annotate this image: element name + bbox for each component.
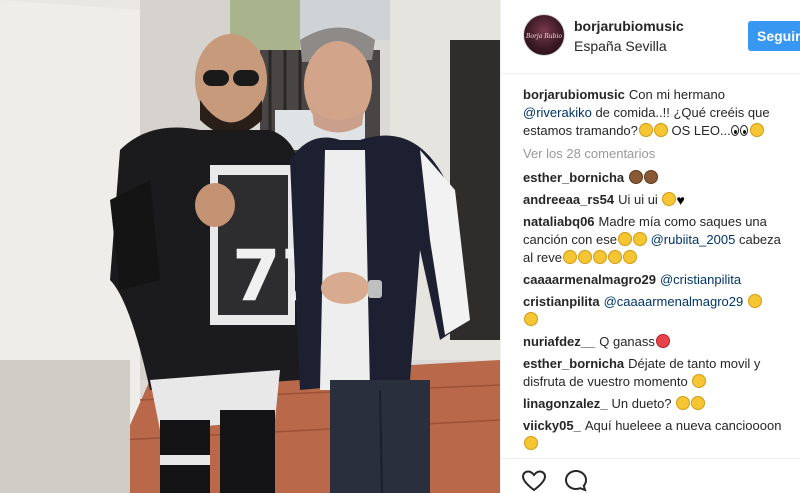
smirk-emoji [662, 192, 677, 206]
post-photo: 77 [0, 0, 500, 493]
grinning-emoji [749, 123, 764, 137]
comment-mention[interactable]: @caaaarmenalmagro29 [604, 294, 744, 309]
neutral-face-emoji [638, 123, 653, 137]
comment-username[interactable]: caaaarmenalmagro29 [523, 272, 656, 287]
smile-emoji [692, 374, 707, 388]
comment-item: caaaarmenalmagro29 @cristianpilita [523, 271, 791, 289]
follow-button[interactable]: Seguir [748, 21, 800, 51]
eyes-emoji [730, 123, 749, 141]
header-username[interactable]: borjarubiomusic [574, 18, 684, 34]
comment-item: cristianpilita @caaaarmenalmagro29 [523, 293, 791, 329]
caption-username[interactable]: borjarubiomusic [523, 87, 625, 102]
caption-mention[interactable]: @riverakiko [523, 105, 592, 120]
caption: borjarubiomusic Con mi hermano @riverakik… [523, 86, 791, 141]
comments-list: borjarubiomusic Con mi hermano @riverakik… [523, 86, 791, 457]
comment-item: nataliabq06 Madre mía como saques una can… [523, 213, 791, 267]
comment-item: esther_bornicha Déjate de tanto movil y d… [523, 355, 791, 391]
comment-item: andreeaa_rs54 Ui ui ui ♥ [523, 191, 791, 209]
avatar-logo-text: Borja Rubio [526, 33, 562, 40]
zipper-mouth-emoji [653, 123, 668, 137]
comment-text: Un dueto? [611, 396, 672, 411]
rofl-emoji [524, 312, 538, 326]
rofl-emoji [623, 250, 638, 264]
heart-eyes-emoji [655, 334, 670, 348]
rofl-emoji [608, 250, 623, 264]
rofl-emoji [578, 250, 593, 264]
sunglasses-emoji [691, 396, 706, 410]
comment-item: linagonzalez_ Un dueto? [523, 395, 791, 413]
comment-username[interactable]: viicky05_ [523, 418, 581, 433]
rofl-emoji [593, 250, 608, 264]
grinning-squint-emoji [747, 294, 762, 308]
avatar[interactable]: Borja Rubio [523, 14, 565, 56]
comment-username[interactable]: esther_bornicha [523, 170, 624, 185]
black-heart-emoji: ♥ [676, 192, 685, 208]
comment-item: esther_bornicha [523, 169, 791, 187]
comment-text: Q ganass [599, 334, 655, 349]
comment-bubble-icon[interactable] [563, 468, 589, 493]
smile-emoji [524, 436, 538, 450]
comment-username[interactable]: cristianpilita [523, 294, 600, 309]
heart-outline-icon[interactable] [521, 468, 547, 493]
see-no-evil-monkey-emoji [644, 170, 659, 184]
comment-text: Ui ui ui [618, 192, 658, 207]
header-location[interactable]: España Sevilla [574, 38, 667, 54]
view-all-comments-link[interactable]: Ver los 28 comentarios [523, 145, 791, 163]
thinking-emoji [676, 396, 691, 410]
post-side-panel: Borja Rubio borjarubiomusic España Sevil… [500, 0, 800, 493]
comment-mention[interactable]: @rubiita_2005 [651, 232, 736, 247]
comment-mention[interactable]: @cristianpilita [660, 272, 741, 287]
comment-username[interactable]: andreeaa_rs54 [523, 192, 614, 207]
comment-text: Aquí hueleee a nueva cancioooon [584, 418, 782, 433]
post-header: Borja Rubio borjarubiomusic España Sevil… [501, 0, 800, 74]
rofl-emoji [617, 232, 632, 246]
comment-item: nuriafdez__ Q ganass [523, 333, 791, 351]
weary-emoji [632, 232, 647, 246]
caption-text-3: OS LEO... [671, 123, 731, 138]
see-no-evil-monkey-emoji [629, 170, 644, 184]
comment-username[interactable]: nuriafdez__ [523, 334, 595, 349]
comment-item: viicky05_ Aquí hueleee a nueva cancioooon [523, 417, 791, 453]
caption-text-1: Con mi hermano [628, 87, 725, 102]
comment-username[interactable]: nataliabq06 [523, 214, 595, 229]
post-actions-bar [501, 458, 800, 493]
comment-username[interactable]: linagonzalez_ [523, 396, 608, 411]
comment-username[interactable]: esther_bornicha [523, 356, 624, 371]
rofl-emoji [563, 250, 578, 264]
